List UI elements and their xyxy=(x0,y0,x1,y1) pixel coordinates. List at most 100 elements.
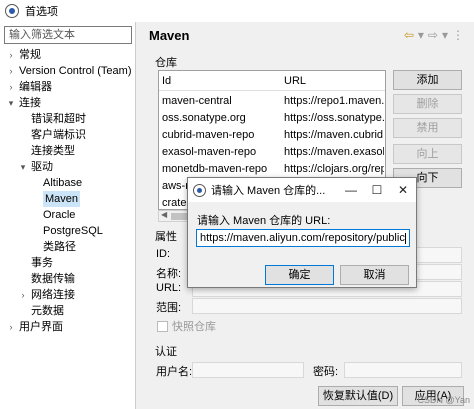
text-caret xyxy=(404,232,406,244)
view-menu-icon[interactable]: ⋮ xyxy=(452,28,464,42)
chevron-right-icon[interactable]: › xyxy=(18,287,28,303)
tree-item-label: 连接类型 xyxy=(31,145,75,157)
repo-url-cell: https://maven.cubrid.or xyxy=(284,129,384,141)
preferences-nav: 输入筛选文本 › 常规 › Version Control (Team) › 编辑器 ▾ 连接… xyxy=(0,22,136,409)
tree-item[interactable]: 数据传输 xyxy=(0,271,136,287)
user-field[interactable] xyxy=(192,362,304,378)
tree-item[interactable]: › 常规 xyxy=(0,47,136,63)
auth-group-label: 认证 xyxy=(155,346,177,358)
tree-item[interactable]: 连接类型 xyxy=(0,143,136,159)
name-label: 名称: xyxy=(156,268,182,280)
table-row[interactable]: monetdb-maven-repo https://clojars.org/re… xyxy=(159,161,385,177)
watermark: CSDN @Yan xyxy=(417,395,470,405)
chevron-down-icon[interactable]: ▾ xyxy=(18,159,28,175)
cancel-button[interactable]: 取消 xyxy=(340,265,409,285)
column-id[interactable]: Id xyxy=(162,75,171,87)
close-icon[interactable]: ✕ xyxy=(390,178,416,202)
tree-item-label: 事务 xyxy=(31,257,53,269)
repo-url-input[interactable]: https://maven.aliyun.com/repository/publ… xyxy=(196,229,410,247)
minimize-icon[interactable]: — xyxy=(338,178,364,202)
chevron-right-icon[interactable]: › xyxy=(6,79,16,95)
table-row[interactable]: exasol-maven-repo https://maven.exasol.cc xyxy=(159,144,385,160)
chevron-right-icon[interactable]: › xyxy=(6,63,16,79)
tree-item-label: 数据传输 xyxy=(31,273,75,285)
repo-id-cell: oss.sonatype.org xyxy=(162,112,246,124)
url-input-dialog: 请输入 Maven 仓库的... — ☐ ✕ 请输入 Maven 仓库的 URL… xyxy=(187,177,417,288)
props-group-label: 属性 xyxy=(155,231,177,243)
chevron-down-icon[interactable]: ▾ xyxy=(6,95,16,111)
tree-item[interactable]: ▾ 驱动 xyxy=(0,159,136,175)
tree-item[interactable]: › 用户界面 xyxy=(0,319,136,335)
maximize-icon[interactable]: ☐ xyxy=(364,178,390,202)
table-row[interactable]: maven-central https://repo1.maven.or xyxy=(159,93,385,109)
dialog-title-bar: 请输入 Maven 仓库的... — ☐ ✕ xyxy=(188,178,416,202)
tree-item-label: Oracle xyxy=(43,209,76,221)
back-icon[interactable]: ⇦ xyxy=(404,28,414,42)
tree-item[interactable]: 客户端标识 xyxy=(0,127,136,143)
add-button[interactable]: 添加 xyxy=(393,70,462,90)
nav-icons: ⇦ ▾ ⇨ ▾ ⋮ xyxy=(404,28,464,42)
tree-item-label: Maven xyxy=(43,191,81,207)
tree-item[interactable]: 类路径 xyxy=(0,239,136,255)
table-row[interactable]: cubrid-maven-repo https://maven.cubrid.or xyxy=(159,127,385,143)
forward-icon[interactable]: ⇨ xyxy=(428,28,438,42)
tree-item[interactable]: › 网络连接 xyxy=(0,287,136,303)
tree-item-label: 用户界面 xyxy=(19,321,63,333)
user-label: 用户名: xyxy=(156,366,193,378)
dialog-prompt: 请输入 Maven 仓库的 URL: xyxy=(197,215,331,227)
disable-button[interactable]: 禁用 xyxy=(393,118,462,138)
fast-repo-checkbox[interactable] xyxy=(157,320,168,332)
chevron-right-icon[interactable]: › xyxy=(6,47,16,63)
repo-url-cell: https://repo1.maven.or xyxy=(284,95,384,107)
tree-item[interactable]: 错误和超时 xyxy=(0,111,136,127)
scroll-left-icon[interactable]: ◀ xyxy=(161,210,167,219)
repos-table-header: Id URL xyxy=(159,71,385,91)
password-field[interactable] xyxy=(344,362,462,378)
repo-id-cell: exasol-maven-repo xyxy=(162,146,257,158)
tree-item[interactable]: Oracle xyxy=(0,207,136,223)
tree-item-label: Altibase xyxy=(43,177,83,189)
scope-field[interactable] xyxy=(192,298,462,314)
fast-repo-label: 快照仓库 xyxy=(172,321,216,333)
title-bar: 首选项 xyxy=(0,0,474,22)
forward-menu-icon[interactable]: ▾ xyxy=(442,28,448,42)
ok-button[interactable]: 确定 xyxy=(265,265,334,285)
tree-item[interactable]: Altibase xyxy=(0,175,136,191)
tree-item[interactable]: PostgreSQL xyxy=(0,223,136,239)
repo-url-value: https://maven.aliyun.com/repository/publ… xyxy=(200,232,405,244)
page-title: Maven xyxy=(149,27,190,43)
tree-item[interactable]: Maven xyxy=(0,191,136,207)
tree-item[interactable]: ▾ 连接 xyxy=(0,95,136,111)
window-title: 首选项 xyxy=(25,6,58,18)
table-row[interactable]: oss.sonatype.org https://oss.sonatype.or xyxy=(159,110,385,126)
delete-button[interactable]: 删除 xyxy=(393,94,462,114)
chevron-right-icon[interactable]: › xyxy=(6,319,16,335)
password-label: 密码: xyxy=(313,366,339,378)
fast-repo-option[interactable]: 快照仓库 xyxy=(157,318,216,334)
repo-url-cell: https://maven.exasol.cc xyxy=(284,146,384,158)
repo-id-cell: monetdb-maven-repo xyxy=(162,163,268,175)
restore-defaults-button[interactable]: 恢复默认值(D) xyxy=(318,386,398,406)
tree-item-label: 常规 xyxy=(19,49,41,61)
url-label: URL: xyxy=(156,282,182,294)
tree-item-label: 类路径 xyxy=(43,241,76,253)
id-label: ID: xyxy=(156,248,171,260)
app-icon xyxy=(5,4,19,18)
filter-input[interactable]: 输入筛选文本 xyxy=(4,26,132,44)
tree-item-label: 错误和超时 xyxy=(31,113,86,125)
dialog-window-controls: — ☐ ✕ xyxy=(338,178,416,202)
tree-item[interactable]: › 编辑器 xyxy=(0,79,136,95)
tree-item[interactable]: 元数据 xyxy=(0,303,136,319)
tree-item-label: Version Control (Team) xyxy=(19,65,132,77)
tree-item-label: 驱动 xyxy=(31,161,53,173)
up-button[interactable]: 向上 xyxy=(393,144,462,164)
tree-item[interactable]: 事务 xyxy=(0,255,136,271)
tree-item[interactable]: › Version Control (Team) xyxy=(0,63,136,79)
dialog-title: 请输入 Maven 仓库的... xyxy=(211,185,326,197)
tree-item-label: 连接 xyxy=(19,97,41,109)
column-url[interactable]: URL xyxy=(284,75,306,87)
back-menu-icon[interactable]: ▾ xyxy=(418,28,424,42)
tree-item-label: 网络连接 xyxy=(31,289,75,301)
tree-item-label: PostgreSQL xyxy=(43,225,103,237)
repo-id-cell: maven-central xyxy=(162,95,232,107)
